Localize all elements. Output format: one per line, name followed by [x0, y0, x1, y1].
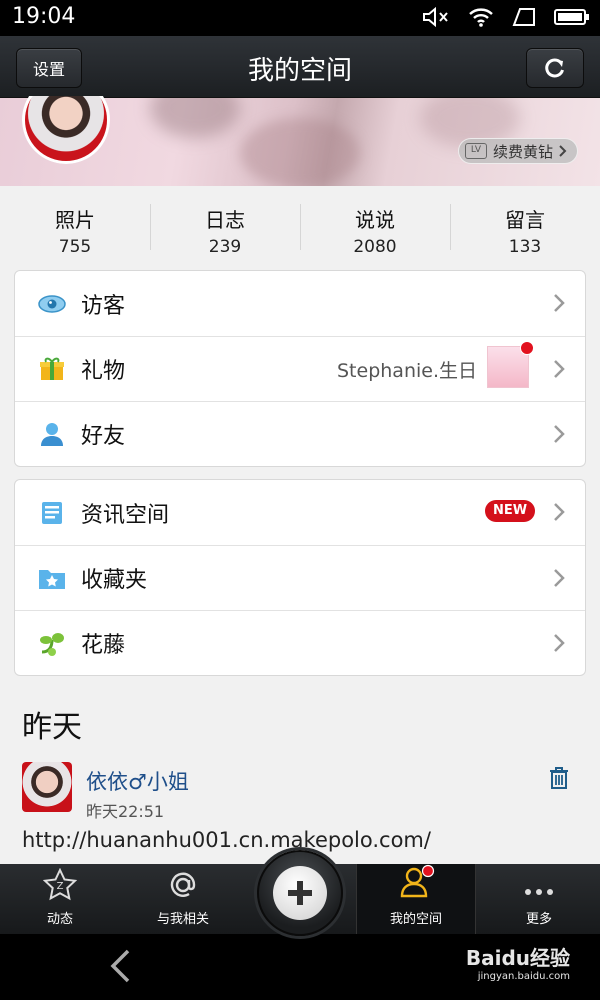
menu-item-label: 礼物	[81, 359, 126, 384]
stat-value: 133	[508, 237, 542, 257]
stat-photos[interactable]: 照片 755	[0, 186, 150, 268]
user-icon	[400, 864, 435, 898]
stat-value: 239	[208, 237, 242, 257]
menu-card-secondary: 资讯空间 NEW 收藏夹 花藤	[14, 479, 586, 676]
new-badge: NEW	[485, 500, 535, 522]
stat-messages[interactable]: 留言 133	[450, 186, 600, 268]
tab-more[interactable]: 更多	[478, 864, 600, 934]
chevron-right-icon	[554, 634, 565, 652]
vip-icon: LV	[465, 143, 487, 159]
back-button[interactable]	[108, 948, 132, 988]
news-icon	[37, 498, 67, 528]
tab-my-space[interactable]: 我的空间	[356, 864, 476, 934]
page-title: 我的空间	[247, 56, 352, 86]
menu-card-primary: 访客 礼物 Stephanie.生日 好友	[14, 270, 586, 467]
delete-button[interactable]	[548, 766, 570, 794]
system-nav-bar: Baidu经验 jingyan.baidu.com	[0, 934, 600, 1000]
back-icon	[110, 949, 130, 983]
at-icon	[170, 872, 196, 897]
tab-label: 动态	[46, 912, 73, 927]
svg-text:Z: Z	[57, 881, 64, 892]
watermark: Baidu经验 jingyan.baidu.com	[466, 942, 570, 982]
vine-icon	[37, 628, 67, 658]
menu-item-favorites[interactable]: 收藏夹	[15, 545, 585, 610]
menu-item-gifts[interactable]: 礼物 Stephanie.生日	[15, 336, 585, 401]
chevron-right-icon	[554, 503, 565, 521]
status-time: 19:04	[12, 4, 76, 29]
signal-icon	[512, 8, 535, 26]
stat-label: 说说	[355, 208, 395, 232]
plus-icon	[288, 881, 312, 905]
watermark-url: jingyan.baidu.com	[477, 971, 570, 982]
vip-renew-button[interactable]: LV 续费黄钻	[458, 138, 578, 164]
menu-item-news-space[interactable]: 资讯空间 NEW	[15, 480, 585, 545]
tab-mentions[interactable]: 与我相关	[122, 864, 244, 934]
gift-thumbnail	[487, 341, 534, 388]
status-icons	[422, 6, 590, 28]
chevron-right-icon	[554, 294, 565, 312]
chevron-right-icon	[554, 425, 565, 443]
feed-author-name[interactable]: 依依♂小姐	[86, 766, 189, 796]
tab-label: 与我相关	[156, 912, 209, 927]
eye-icon	[37, 289, 67, 319]
menu-item-label: 好友	[81, 424, 126, 449]
feed-text[interactable]: http://huananhu001.cn.makepolo.com/	[22, 828, 431, 852]
stat-blogs[interactable]: 日志 239	[150, 186, 300, 268]
chevron-right-icon	[554, 569, 565, 587]
battery-icon	[554, 9, 589, 25]
tab-feed[interactable]: Z 动态	[0, 864, 120, 934]
feed-timestamp: 昨天22:51	[86, 802, 165, 821]
menu-item-vine[interactable]: 花藤	[15, 610, 585, 675]
more-icon	[525, 889, 553, 895]
stat-moods[interactable]: 说说 2080	[300, 186, 450, 268]
stat-value: 755	[58, 237, 92, 257]
stats-bar: 照片 755 日志 239 说说 2080 留言 133	[0, 186, 600, 268]
refresh-button[interactable]	[526, 48, 584, 88]
star-icon: Z	[43, 868, 77, 901]
vip-renew-label: 续费黄钻	[493, 142, 554, 161]
stat-label: 照片	[55, 208, 95, 232]
menu-item-label: 花藤	[81, 633, 126, 658]
wifi-icon	[469, 8, 493, 27]
chevron-right-icon	[554, 360, 565, 378]
refresh-icon	[545, 58, 564, 78]
menu-item-friends[interactable]: 好友	[15, 401, 585, 466]
person-icon	[37, 419, 67, 449]
menu-item-label: 访客	[81, 293, 126, 319]
tab-label: 我的空间	[389, 912, 442, 927]
compose-button[interactable]	[257, 850, 343, 936]
menu-item-label: 资讯空间	[81, 502, 170, 528]
notification-dot	[520, 341, 534, 355]
stat-label: 留言	[505, 208, 545, 232]
feed-avatar[interactable]	[22, 762, 72, 812]
stat-value: 2080	[353, 237, 397, 257]
chevron-right-icon	[559, 145, 567, 157]
tab-label: 更多	[525, 912, 552, 927]
trash-icon	[550, 767, 568, 789]
mute-icon	[423, 6, 448, 28]
feed-section-title: 昨天	[22, 710, 82, 745]
menu-item-label: 收藏夹	[81, 568, 148, 593]
title-bar: 设置 我的空间	[0, 36, 600, 98]
star-folder-icon	[37, 563, 67, 593]
menu-item-visitors[interactable]: 访客	[15, 271, 585, 336]
gift-icon	[37, 354, 67, 384]
status-bar: 19:04	[0, 0, 600, 36]
gift-birthday-note: Stephanie.生日	[337, 360, 477, 382]
stat-label: 日志	[205, 208, 245, 232]
watermark-text: Baidu经验	[465, 946, 570, 970]
